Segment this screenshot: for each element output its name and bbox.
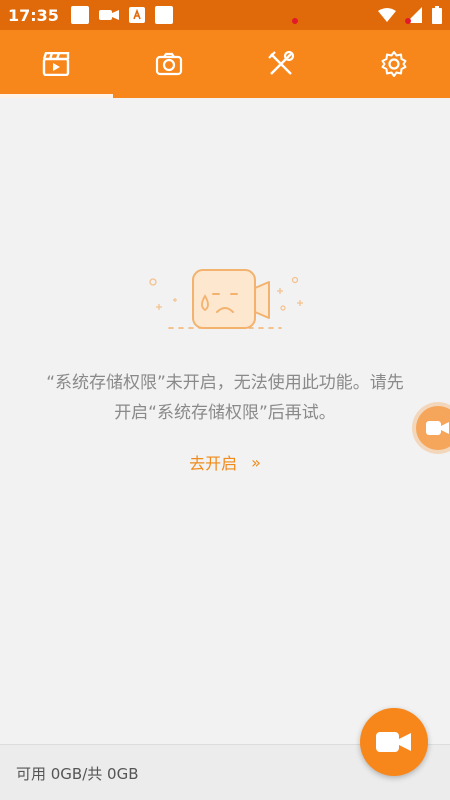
permission-message: “系统存储权限”未开启，无法使用此功能。请先 开启“系统存储权限”后再试。 <box>0 368 450 428</box>
video-icon <box>98 10 119 20</box>
tab-settings[interactable] <box>338 18 450 98</box>
status-time: 17:35 <box>8 5 59 25</box>
video-camera-icon <box>426 421 449 435</box>
tools-badge <box>292 18 298 24</box>
permission-message-line-2: 开启“系统存储权限”后再试。 <box>114 403 336 423</box>
notification-square-icon <box>70 6 89 24</box>
battery-icon <box>432 6 442 24</box>
tab-screenshots[interactable] <box>113 30 226 98</box>
settings-badge <box>405 18 411 24</box>
camera-icon <box>155 52 182 76</box>
tab-bar <box>0 18 450 98</box>
a-icon <box>128 7 145 23</box>
video-camera-icon <box>376 732 411 752</box>
floating-record-button[interactable] <box>416 406 450 450</box>
tools-icon <box>268 50 295 75</box>
double-chevron-right-icon: » <box>251 452 261 472</box>
permission-empty-illustration <box>149 269 303 329</box>
tab-tools[interactable] <box>225 18 338 98</box>
gear-icon <box>381 51 407 77</box>
status-notifications <box>70 6 173 24</box>
notification-square-icon <box>154 6 173 24</box>
record-fab[interactable] <box>360 708 428 776</box>
video-clapper-icon <box>43 52 70 76</box>
open-permission-label: 去开启 <box>189 454 238 473</box>
wifi-icon <box>378 8 396 22</box>
storage-info: 可用 0GB/共 0GB <box>16 765 139 783</box>
status-bar: 17:35 <box>0 0 450 30</box>
open-permission-link[interactable]: 去开启 » <box>0 450 450 474</box>
tab-videos[interactable] <box>0 30 113 98</box>
permission-message-line-1: “系统存储权限”未开启，无法使用此功能。请先 <box>46 373 404 393</box>
